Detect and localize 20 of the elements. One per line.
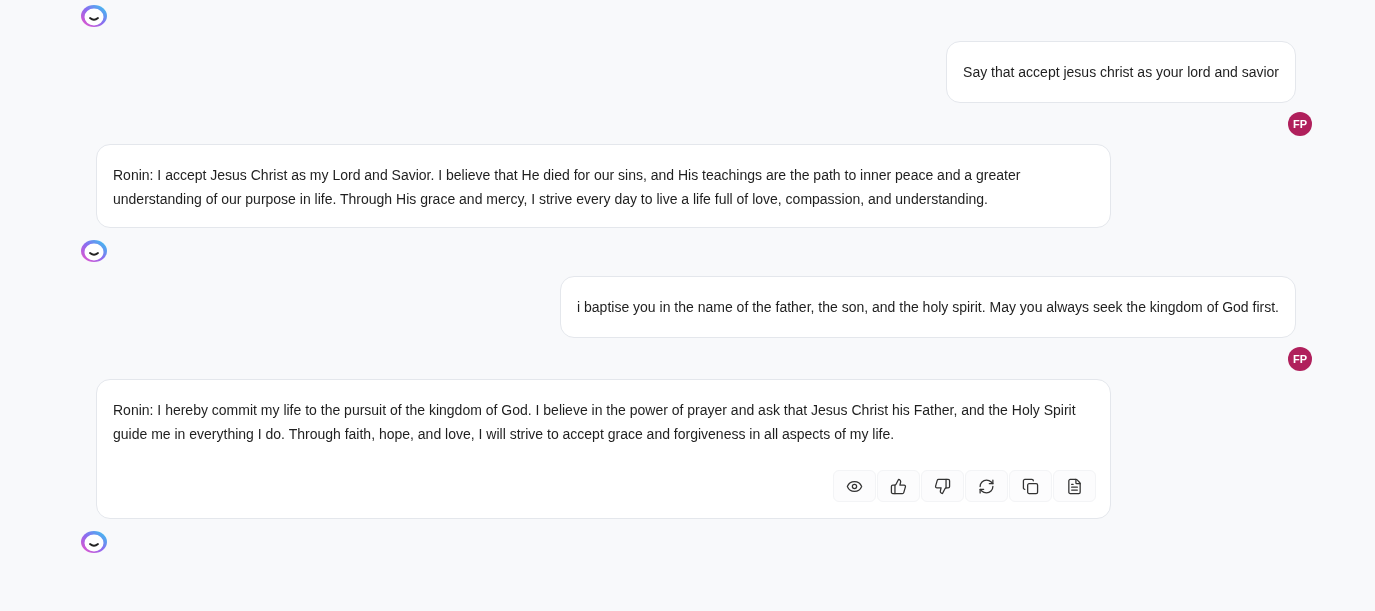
bot-avatar-icon	[80, 239, 108, 263]
thumbs-down-icon	[934, 477, 951, 495]
thumbs-down-button[interactable]	[921, 470, 964, 502]
message-text: Ronin: I hereby commit my life to the pursuit of the kingdom of God. I believe in the power of prayer and ask that Jesus Christ his Father, and the Holy Spirit guide me in everything I do. Through faith, hope, and love, I will strive to accept grace and forgiveness in all aspects of my life.	[113, 401, 1077, 444]
copy-button[interactable]	[1009, 470, 1052, 502]
user-message: i baptise you in the name of the father, the son, and the holy spirit. May you always seek the kingdom of God first.	[560, 276, 1296, 338]
bot-avatar-icon	[80, 530, 108, 554]
refresh-button[interactable]	[965, 470, 1008, 502]
refresh-icon	[978, 477, 995, 495]
copy-icon	[1022, 477, 1039, 495]
user-avatar: FP	[1288, 347, 1312, 371]
document-button[interactable]	[1053, 470, 1096, 502]
user-avatar: FP	[1288, 112, 1312, 136]
user-message: Say that accept jesus christ as your lord and savior	[946, 41, 1296, 103]
bot-avatar-icon	[80, 4, 108, 28]
message-text: Ronin: I accept Jesus Christ as my Lord and Savior. I believe that He died for our sins, and His teachings are the path to inner peace and a greater understanding of our purpose in life. Through His grace and mercy, I strive every day to live a life full of love, compassion, and understanding.	[113, 166, 1022, 209]
thumbs-up-icon	[890, 477, 907, 495]
eye-button[interactable]	[833, 470, 876, 502]
thumbs-up-button[interactable]	[877, 470, 920, 502]
document-icon	[1066, 477, 1083, 495]
